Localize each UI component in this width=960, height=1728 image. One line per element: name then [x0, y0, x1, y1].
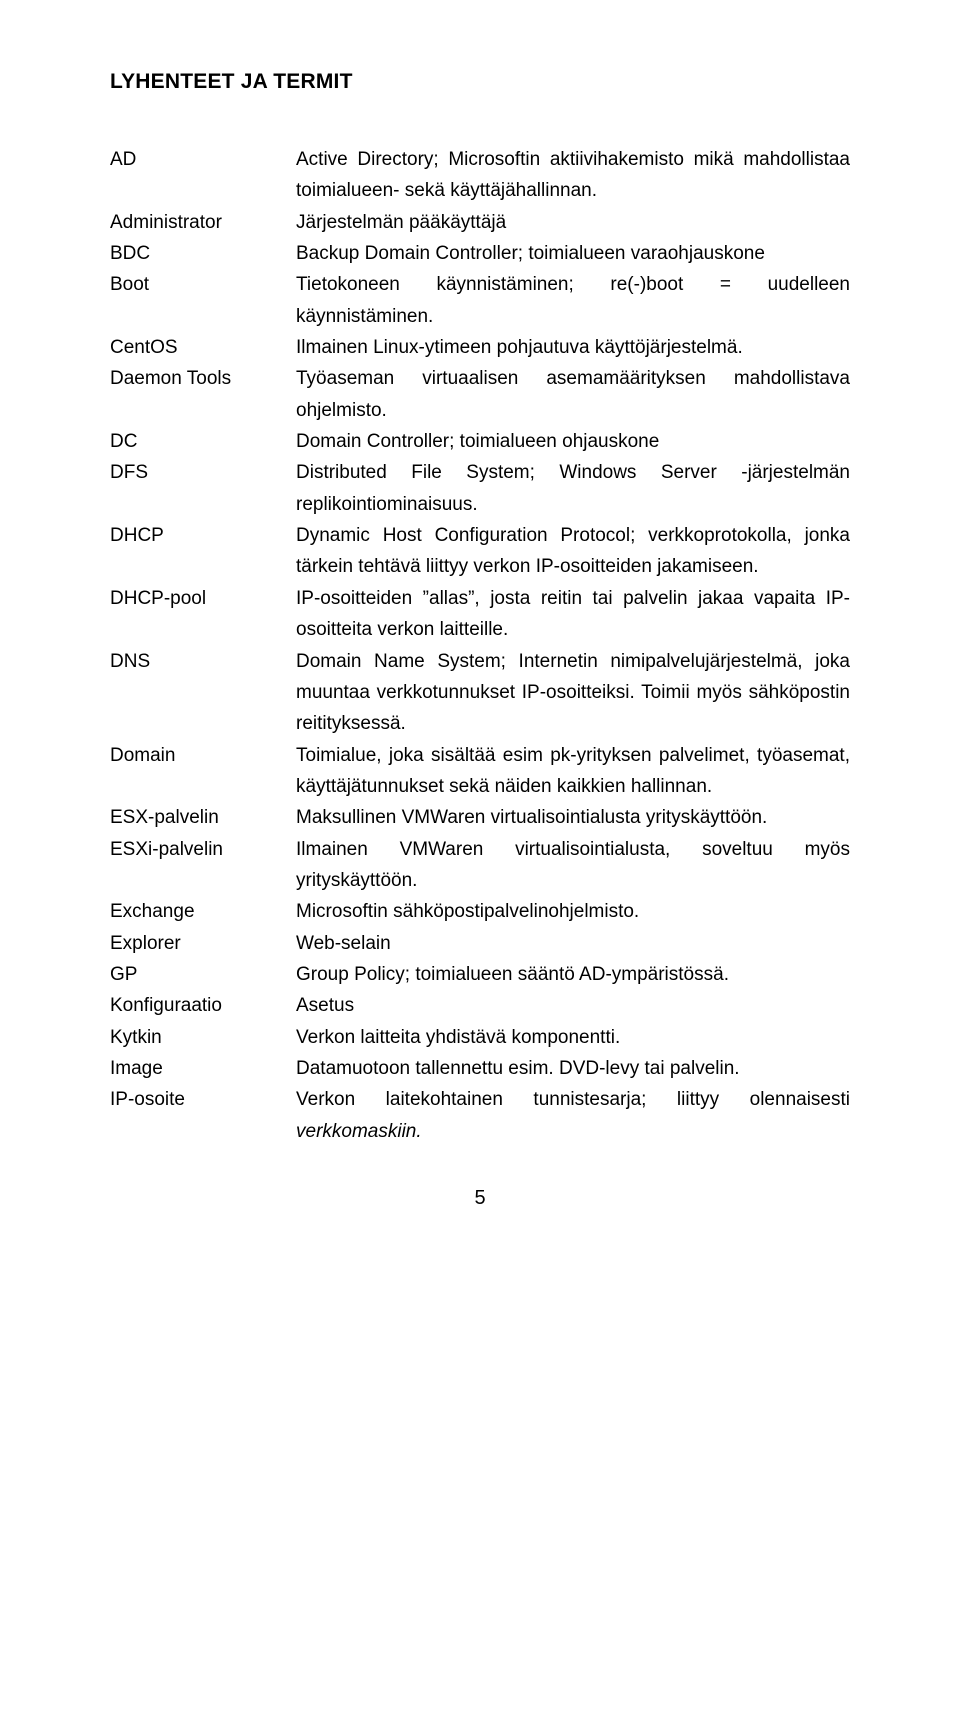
term-row: DHCPDynamic Host Configuration Protocol;… — [110, 520, 850, 583]
term-row: ExchangeMicrosoftin sähköpostipalvelinoh… — [110, 896, 850, 927]
term-definition: Toimialue, joka sisältää esim pk-yrityks… — [296, 740, 850, 803]
term-abbr: Boot — [110, 269, 296, 300]
term-definition: Active Directory; Microsoftin aktiivihak… — [296, 144, 850, 207]
term-abbr: BDC — [110, 238, 296, 269]
term-definition: Järjestelmän pääkäyttäjä — [296, 207, 850, 238]
term-abbr: Daemon Tools — [110, 363, 296, 394]
term-row: KonfiguraatioAsetus — [110, 990, 850, 1021]
term-definition: Backup Domain Controller; toimialueen va… — [296, 238, 850, 269]
term-abbr: DNS — [110, 646, 296, 677]
term-abbr: DC — [110, 426, 296, 457]
term-definition: Maksullinen VMWaren virtualisointialusta… — [296, 802, 850, 833]
term-row: Daemon ToolsTyöaseman virtuaalisen asema… — [110, 363, 850, 426]
term-definition: Domain Controller; toimialueen ohjauskon… — [296, 426, 850, 457]
term-definition: Asetus — [296, 990, 850, 1021]
term-definition: Verkon laitteita yhdistävä komponentti. — [296, 1022, 850, 1053]
term-definition: Verkon laitekohtainen tunnistesarja; lii… — [296, 1084, 850, 1147]
term-definition: Ilmainen VMWaren virtualisointialusta, s… — [296, 834, 850, 897]
term-row: AdministratorJärjestelmän pääkäyttäjä — [110, 207, 850, 238]
term-row: KytkinVerkon laitteita yhdistävä kompone… — [110, 1022, 850, 1053]
term-row: ImageDatamuotoon tallennettu esim. DVD-l… — [110, 1053, 850, 1084]
term-abbr: Image — [110, 1053, 296, 1084]
term-definition: Ilmainen Linux-ytimeen pohjautuva käyttö… — [296, 332, 850, 363]
term-definition: Distributed File System; Windows Server … — [296, 457, 850, 520]
term-definition: Group Policy; toimialueen sääntö AD-ympä… — [296, 959, 850, 990]
term-row: DomainToimialue, joka sisältää esim pk-y… — [110, 740, 850, 803]
term-abbr: Domain — [110, 740, 296, 771]
term-abbr: ESXi-palvelin — [110, 834, 296, 865]
term-definition: IP-osoitteiden ”allas”, josta reitin tai… — [296, 583, 850, 646]
term-row: ESX-palvelinMaksullinen VMWaren virtuali… — [110, 802, 850, 833]
term-row: BDCBackup Domain Controller; toimialueen… — [110, 238, 850, 269]
term-row: DNSDomain Name System; Internetin nimipa… — [110, 646, 850, 740]
term-definition: Microsoftin sähköpostipalvelinohjelmisto… — [296, 896, 850, 927]
term-abbr: Kytkin — [110, 1022, 296, 1053]
term-abbr: DFS — [110, 457, 296, 488]
term-abbr: DHCP — [110, 520, 296, 551]
term-abbr: CentOS — [110, 332, 296, 363]
term-row: DHCP-poolIP-osoitteiden ”allas”, josta r… — [110, 583, 850, 646]
term-row: CentOSIlmainen Linux-ytimeen pohjautuva … — [110, 332, 850, 363]
term-row: GPGroup Policy; toimialueen sääntö AD-ym… — [110, 959, 850, 990]
term-abbr: IP-osoite — [110, 1084, 296, 1115]
term-abbr: Exchange — [110, 896, 296, 927]
term-definition: Dynamic Host Configuration Protocol; ver… — [296, 520, 850, 583]
term-definition: Datamuotoon tallennettu esim. DVD-levy t… — [296, 1053, 850, 1084]
term-definition: Tietokoneen käynnistäminen; re(-)boot = … — [296, 269, 850, 332]
term-row: BootTietokoneen käynnistäminen; re(-)boo… — [110, 269, 850, 332]
term-definition: Web-selain — [296, 928, 850, 959]
term-row: ESXi-palvelinIlmainen VMWaren virtualiso… — [110, 834, 850, 897]
term-row: ADActive Directory; Microsoftin aktiivih… — [110, 144, 850, 207]
term-abbr: ESX-palvelin — [110, 802, 296, 833]
terms-list: ADActive Directory; Microsoftin aktiivih… — [110, 144, 850, 1147]
term-abbr: GP — [110, 959, 296, 990]
term-row: DFSDistributed File System; Windows Serv… — [110, 457, 850, 520]
term-abbr: AD — [110, 144, 296, 175]
document-page: LYHENTEET JA TERMIT ADActive Directory; … — [0, 0, 960, 1728]
term-abbr: Explorer — [110, 928, 296, 959]
term-abbr: DHCP-pool — [110, 583, 296, 614]
term-definition: Domain Name System; Internetin nimipalve… — [296, 646, 850, 740]
term-abbr: Konfiguraatio — [110, 990, 296, 1021]
term-abbr: Administrator — [110, 207, 296, 238]
page-title: LYHENTEET JA TERMIT — [110, 70, 850, 94]
term-row: IP-osoiteVerkon laitekohtainen tunnistes… — [110, 1084, 850, 1147]
page-number: 5 — [110, 1187, 850, 1210]
term-definition: Työaseman virtuaalisen asemamäärityksen … — [296, 363, 850, 426]
term-row: DCDomain Controller; toimialueen ohjausk… — [110, 426, 850, 457]
term-row: ExplorerWeb-selain — [110, 928, 850, 959]
